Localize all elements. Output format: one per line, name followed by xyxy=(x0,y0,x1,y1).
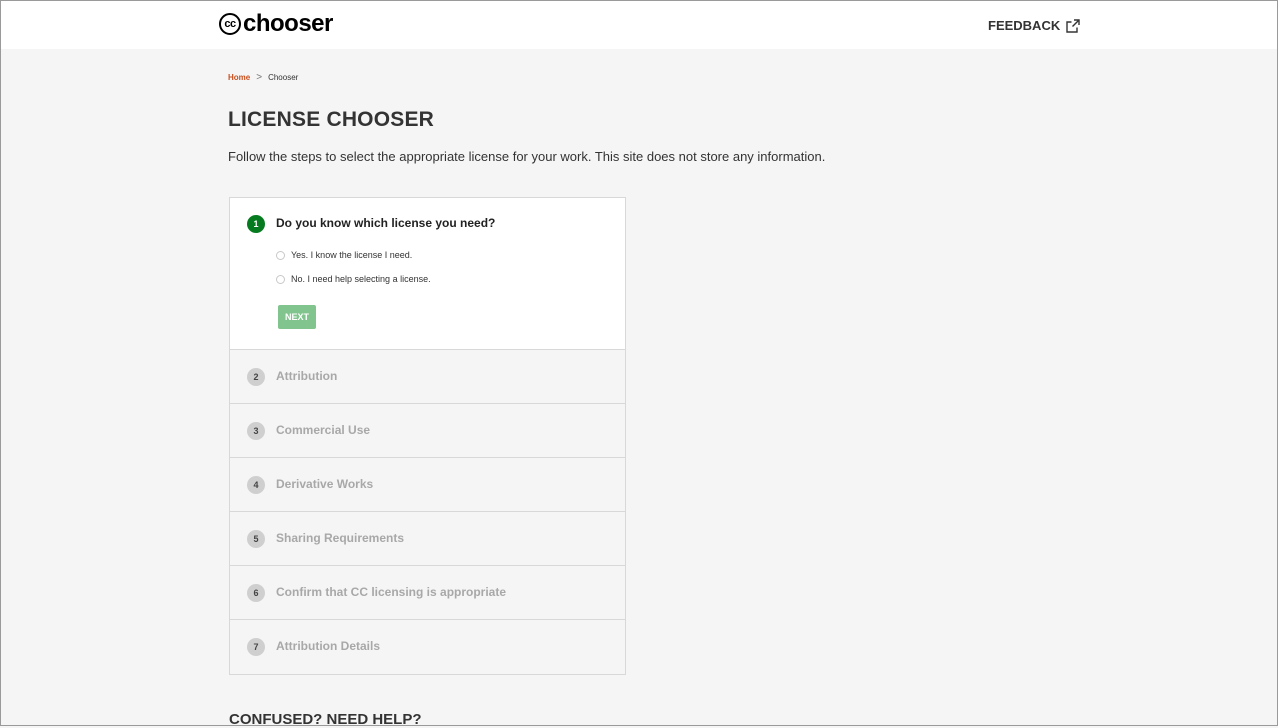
step-number-badge: 7 xyxy=(247,638,265,656)
breadcrumb-current: Chooser xyxy=(268,73,299,82)
step-number-badge: 1 xyxy=(247,215,265,233)
page-title: LICENSE CHOOSER xyxy=(228,108,435,131)
step-derivative-works[interactable]: 4 Derivative Works xyxy=(230,458,625,512)
cc-logo-icon: cc xyxy=(219,13,241,35)
step-number-badge: 6 xyxy=(247,584,265,602)
step-1-panel: 1 Do you know which license you need? Ye… xyxy=(230,198,625,350)
option-label: No. I need help selecting a license. xyxy=(291,274,431,284)
step-number-badge: 2 xyxy=(247,368,265,386)
step-attribution-details[interactable]: 7 Attribution Details xyxy=(230,620,625,674)
chevron-right-icon: > xyxy=(256,72,263,83)
next-button[interactable]: NEXT xyxy=(278,305,316,329)
step-confirm-cc-licensing[interactable]: 6 Confirm that CC licensing is appropria… xyxy=(230,566,625,620)
step-attribution[interactable]: 2 Attribution xyxy=(230,350,625,404)
breadcrumb-home-link[interactable]: Home xyxy=(228,73,250,82)
cc-chooser-logo[interactable]: cc chooser xyxy=(219,10,333,38)
feedback-label: FEEDBACK xyxy=(988,18,1061,33)
option-label: Yes. I know the license I need. xyxy=(291,250,413,260)
step-label: Commercial Use xyxy=(276,423,371,437)
option-yes-know-license[interactable]: Yes. I know the license I need. xyxy=(276,250,412,260)
step-number-badge: 3 xyxy=(247,422,265,440)
step-commercial-use[interactable]: 3 Commercial Use xyxy=(230,404,625,458)
step-label: Attribution xyxy=(276,369,338,383)
radio-button[interactable] xyxy=(276,250,285,260)
logo-wordmark: chooser xyxy=(243,10,333,37)
external-link-icon xyxy=(1066,18,1080,33)
option-no-need-help[interactable]: No. I need help selecting a license. xyxy=(276,274,431,284)
feedback-link[interactable]: FEEDBACK xyxy=(988,18,1080,33)
step-sharing-requirements[interactable]: 5 Sharing Requirements xyxy=(230,512,625,566)
help-section-title: CONFUSED? NEED HELP? xyxy=(229,711,422,728)
step-label: Attribution Details xyxy=(276,639,380,653)
radio-button[interactable] xyxy=(276,274,285,284)
page-subtitle: Follow the steps to select the appropria… xyxy=(228,149,826,164)
step-label: Derivative Works xyxy=(276,477,374,491)
step-question: Do you know which license you need? xyxy=(276,216,496,230)
license-stepper: 1 Do you know which license you need? Ye… xyxy=(229,197,626,675)
step-label: Sharing Requirements xyxy=(276,531,405,545)
breadcrumb: Home > Chooser xyxy=(228,72,298,83)
site-header: cc chooser FEEDBACK xyxy=(1,1,1277,49)
step-number-badge: 5 xyxy=(247,530,265,548)
step-number-badge: 4 xyxy=(247,476,265,494)
step-label: Confirm that CC licensing is appropriate xyxy=(276,585,507,599)
